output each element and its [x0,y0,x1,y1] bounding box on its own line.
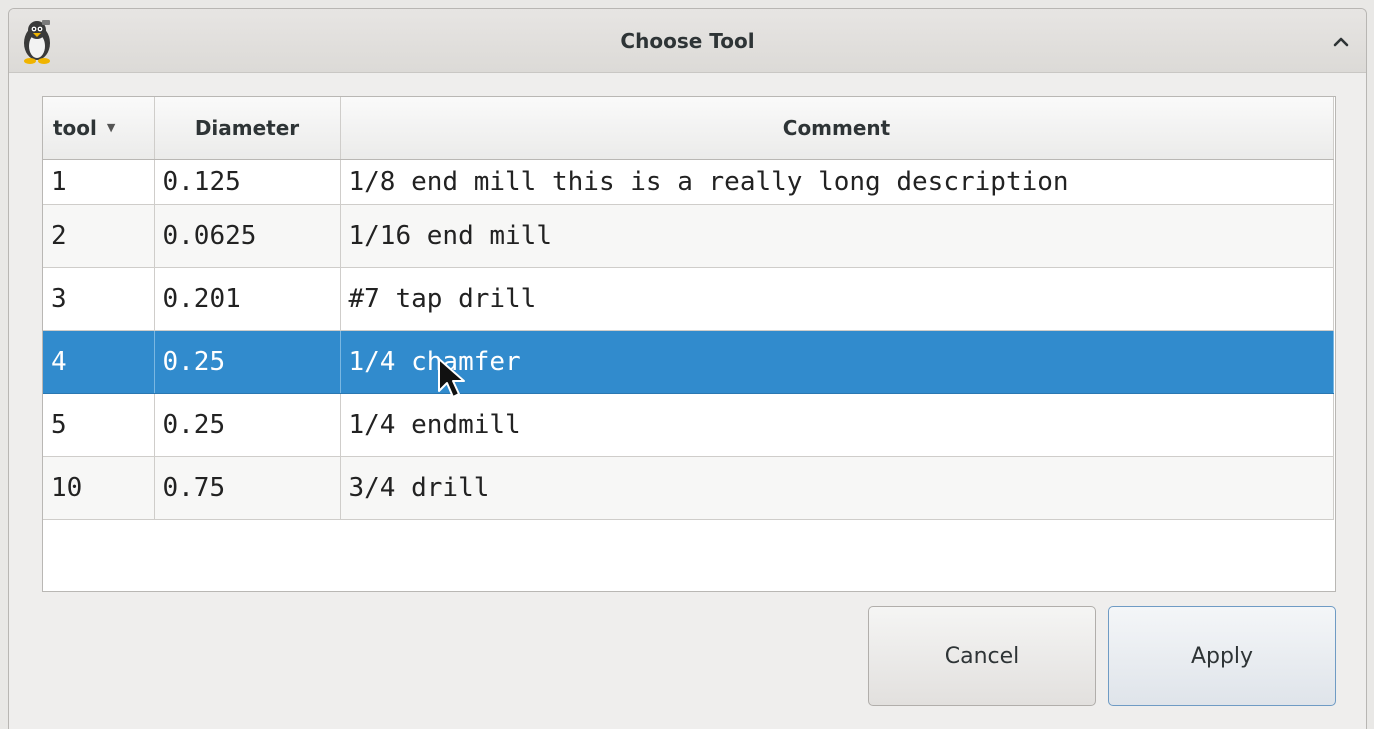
column-header-tool[interactable]: tool ▼ [43,97,155,160]
sort-down-arrow-icon: ▼ [106,120,116,134]
cell-tool[interactable]: 10 [43,456,155,520]
table-row-selected[interactable]: 4 0.25 1/4 chamfer [43,330,1334,394]
cell-comment[interactable]: 1/16 end mill [340,204,1334,268]
cell-diameter[interactable]: 0.201 [154,267,341,331]
table-row[interactable]: 10 0.75 3/4 drill [43,456,1334,520]
cell-diameter[interactable]: 0.25 [154,393,341,457]
apply-button[interactable]: Apply [1108,606,1336,706]
cell-comment[interactable]: 1/8 end mill this is a really long descr… [340,159,1334,205]
table-row[interactable]: 5 0.25 1/4 endmill [43,393,1334,457]
column-header-comment[interactable]: Comment [340,97,1334,160]
cell-comment[interactable]: 1/4 endmill [340,393,1334,457]
table-row[interactable]: 3 0.201 #7 tap drill [43,267,1334,331]
cell-diameter[interactable]: 0.25 [154,330,341,394]
column-header-diameter[interactable]: Diameter [154,97,341,160]
cell-diameter[interactable]: 0.125 [154,159,341,205]
cell-tool[interactable]: 1 [43,159,155,205]
cell-tool[interactable]: 4 [43,330,155,394]
title-bar[interactable]: Choose Tool [9,9,1366,73]
cell-diameter[interactable]: 0.75 [154,456,341,520]
chevron-up-icon[interactable] [1330,31,1352,53]
table-row[interactable]: 1 0.125 1/8 end mill this is a really lo… [43,159,1334,205]
cell-tool[interactable]: 3 [43,267,155,331]
choose-tool-dialog: Choose Tool tool ▼ Diameter Comment 1 0.… [8,8,1367,729]
cell-comment[interactable]: #7 tap drill [340,267,1334,331]
cell-tool[interactable]: 5 [43,393,155,457]
cell-tool[interactable]: 2 [43,204,155,268]
window-title: Choose Tool [620,29,755,53]
table-header: tool ▼ Diameter Comment [43,97,1334,160]
cell-comment[interactable]: 1/4 chamfer [340,330,1334,394]
cancel-button[interactable]: Cancel [868,606,1096,706]
cell-diameter[interactable]: 0.0625 [154,204,341,268]
column-header-tool-label: tool [53,115,97,140]
tool-table[interactable]: tool ▼ Diameter Comment 1 0.125 1/8 end m… [42,96,1336,592]
table-row[interactable]: 2 0.0625 1/16 end mill [43,204,1334,268]
cell-comment[interactable]: 3/4 drill [340,456,1334,520]
